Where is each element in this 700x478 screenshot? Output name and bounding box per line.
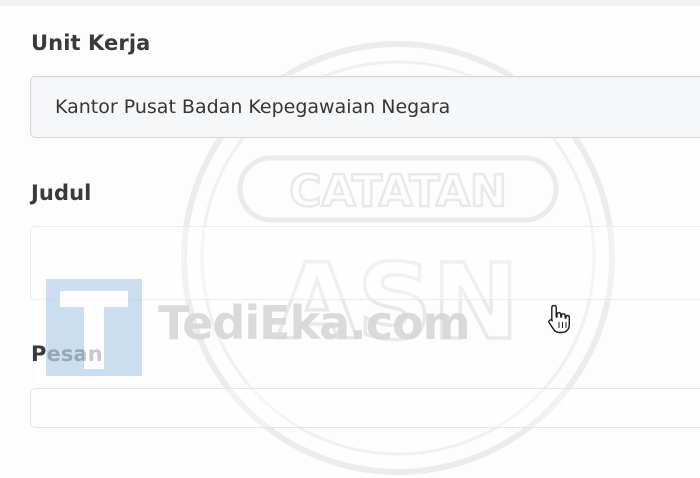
logo-t-bar xyxy=(60,291,128,307)
unit-kerja-label: Unit Kerja xyxy=(31,31,151,55)
tedieka-logo-watermark xyxy=(46,279,142,376)
unit-kerja-field[interactable] xyxy=(30,76,700,138)
logo-t-stem xyxy=(84,307,104,369)
hand-pointer-cursor-icon xyxy=(548,304,570,334)
pesan-textarea[interactable] xyxy=(30,388,700,428)
judul-label: Judul xyxy=(31,181,92,205)
tedieka-site-watermark: TediEka.com xyxy=(158,296,470,350)
